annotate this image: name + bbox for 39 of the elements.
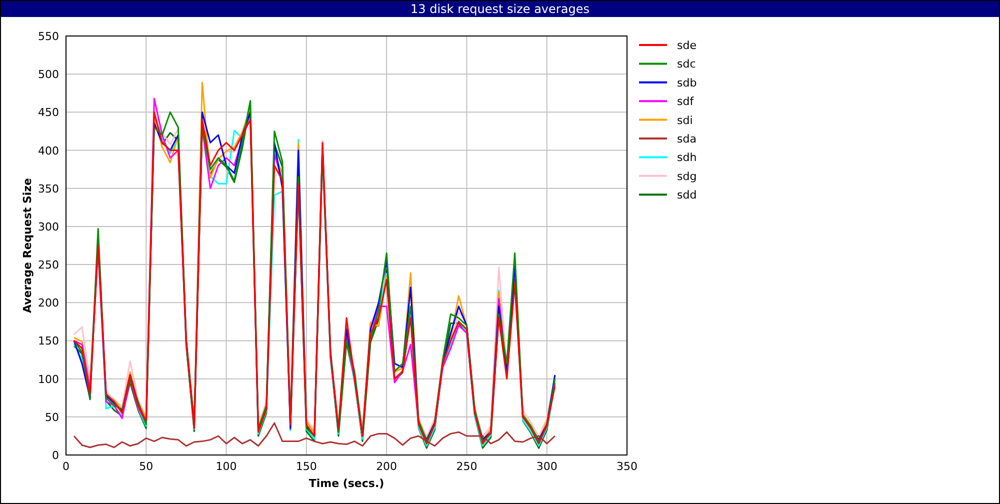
- legend-label: sdd: [677, 188, 697, 202]
- legend-label: sdi: [677, 114, 693, 127]
- tick-label: 200: [376, 460, 398, 473]
- tick-label: 250: [38, 258, 59, 272]
- legend-label: sdh: [677, 151, 697, 164]
- legend-swatch: [639, 118, 667, 121]
- axis-title: Average Request Size: [21, 178, 34, 314]
- tick-label: 550: [38, 30, 59, 43]
- legend-swatch: [639, 194, 667, 196]
- tick-label: 350: [616, 460, 638, 473]
- legend-swatch: [639, 156, 667, 158]
- tick-label: 200: [38, 296, 59, 310]
- legend-label: sda: [677, 132, 696, 146]
- tick-label: 50: [45, 410, 59, 424]
- legend-label: sdg: [677, 170, 697, 183]
- tick-label: 500: [38, 68, 59, 82]
- tick-label: 150: [296, 460, 317, 473]
- legend-swatch: [639, 62, 667, 65]
- legend-swatch: [639, 174, 667, 177]
- tick-label: 100: [216, 460, 237, 473]
- legend-label: sde: [677, 39, 696, 52]
- tick-label: 450: [38, 106, 59, 120]
- tick-label: 400: [38, 144, 59, 158]
- legend-label: sdc: [677, 58, 696, 71]
- tick-label: 300: [536, 460, 558, 473]
- tick-label: 0: [62, 460, 70, 473]
- tick-label: 300: [38, 220, 59, 234]
- tick-label: 50: [139, 460, 154, 473]
- legend-label: sdb: [677, 76, 697, 90]
- tick-label: 150: [38, 334, 59, 348]
- tick-label: 350: [38, 182, 59, 196]
- legend-swatch: [639, 100, 667, 102]
- tick-label: 0: [52, 449, 59, 462]
- tick-label: 100: [38, 372, 59, 386]
- chart-title: 13 disk request size averages: [1, 1, 999, 17]
- axis-title: Time (secs.): [308, 477, 384, 490]
- legend-label: sdf: [677, 95, 694, 108]
- tick-label: 250: [456, 460, 478, 473]
- legend-swatch: [639, 81, 667, 84]
